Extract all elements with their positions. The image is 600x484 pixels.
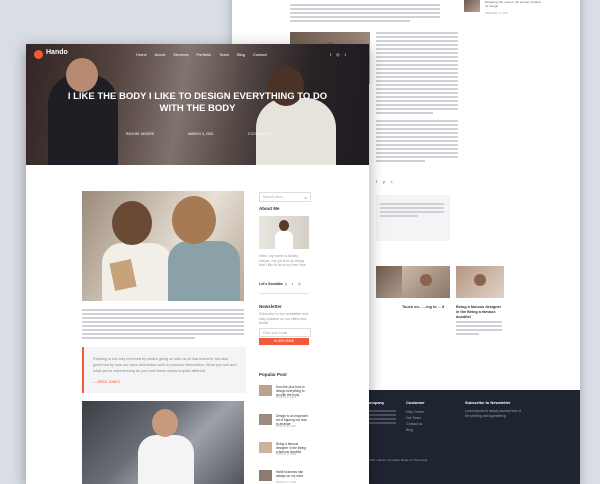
back-top-post-date: FEBRUARY 3, 2021 (485, 12, 509, 15)
quote-author: — BRAD JONES (93, 380, 120, 384)
post-comments[interactable]: 3 COMMENTS (248, 132, 271, 136)
back-related-image-3[interactable] (456, 266, 504, 298)
back-top-post-thumb (464, 0, 480, 12)
footer-col2-title: Customer (406, 400, 425, 405)
post-date: MARCH 3, 2021 (188, 132, 214, 136)
footer-link-team[interactable]: Our Team (406, 416, 421, 420)
newsletter-text: Subscribe to our newsletter and stay upd… (259, 312, 309, 325)
twitter-icon[interactable]: t (391, 179, 392, 184)
facebook-icon[interactable]: f (376, 179, 377, 184)
pinterest-icon[interactable]: p (285, 282, 287, 286)
popular-post[interactable]: Being a famous designer in the Being a f… (259, 442, 309, 456)
facebook-icon[interactable]: f (279, 282, 280, 286)
search-icon[interactable]: ⌕ (305, 195, 307, 200)
back-related-excerpt (456, 321, 502, 337)
back-top-post-title[interactable]: Designing the need in the primary creati… (485, 0, 545, 8)
header-social: f ◎ t (330, 52, 346, 57)
back-related-title-3[interactable]: Being a famous designer in the Being a f… (456, 305, 502, 320)
top-nav: Hando Home About Services Portfolio Team… (26, 44, 369, 66)
back-share-icons: f p t (376, 179, 392, 184)
back-column-text (376, 32, 458, 116)
nav-home[interactable]: Home (136, 52, 147, 57)
nav-blog[interactable]: Blog (237, 52, 245, 57)
popular-post[interactable]: Habit business hair always on my mind MAR… (259, 470, 309, 484)
article-paragraph (82, 309, 244, 341)
twitter-icon[interactable]: t (345, 52, 346, 57)
pinterest-icon[interactable]: p (383, 179, 385, 184)
back-article-text (290, 4, 440, 24)
main-menu: Home About Services Portfolio Team Blog … (136, 52, 267, 57)
twitter-icon[interactable]: t (292, 282, 293, 286)
post-author[interactable]: RACHEL MOORE (126, 132, 154, 136)
subscribe-button[interactable]: SUBSCRIBE (259, 338, 309, 345)
search-input[interactable]: Search here... ⌕ (259, 192, 311, 202)
sidebar-social: f p t ◎ (279, 282, 301, 286)
about-image (259, 216, 309, 249)
footer-col3-title: Subscribe to Newsletter (465, 400, 511, 405)
nav-about[interactable]: About (155, 52, 165, 57)
nav-team[interactable]: Team (219, 52, 229, 57)
nav-services[interactable]: Services (173, 52, 188, 57)
article-image-2 (82, 401, 244, 484)
back-related-image-2[interactable] (402, 266, 450, 298)
hero-meta: RACHEL MOORE MARCH 3, 2021 3 COMMENTS (126, 132, 271, 136)
nav-portfolio[interactable]: Portfolio (196, 52, 211, 57)
newsletter-title: Newsletter (259, 304, 282, 309)
footer-link-help[interactable]: Help Center (406, 410, 424, 414)
quote-text: Reading is not only informed by what's g… (93, 357, 237, 373)
footer-link-contact[interactable]: Contact us (406, 422, 422, 426)
instagram-icon[interactable]: ◎ (298, 282, 301, 286)
blockquote: Reading is not only informed by what's g… (82, 347, 246, 393)
popular-title: Popular Post (259, 372, 287, 377)
nav-contact[interactable]: Contact (253, 52, 267, 57)
logo-icon[interactable] (34, 50, 43, 59)
newsletter-email-input[interactable]: Enter your email (259, 328, 311, 337)
popular-post[interactable]: How the plus how to design everything to… (259, 385, 309, 399)
instagram-icon[interactable]: ◎ (336, 52, 340, 57)
front-page: Hando Home About Services Portfolio Team… (26, 44, 369, 484)
about-title: About Me (259, 206, 280, 211)
hero-banner: Hando Home About Services Portfolio Team… (26, 44, 369, 165)
article-image-1 (82, 191, 244, 301)
back-related-title-2[interactable]: Touch on... ...ing to ... it (402, 305, 448, 310)
back-author-box (376, 195, 450, 241)
footer-copyright: © 2021 Hando | Template Made by ThemeGar (366, 458, 428, 462)
footer-col3-text: Lorem ipsum is simply dummy text of the … (465, 409, 521, 418)
facebook-icon[interactable]: f (330, 52, 331, 57)
back-column-text-2 (376, 120, 458, 164)
brand-name[interactable]: Hando (46, 49, 68, 56)
footer-link-blog[interactable]: Blog (406, 428, 413, 432)
popular-post[interactable]: Design is an important art of figuring o… (259, 414, 309, 428)
about-text: Hello, my name is Ashley Harper, my job … (259, 254, 307, 267)
hero-title: I LIKE THE BODY I LIKE TO DESIGN EVERYTH… (67, 91, 328, 114)
